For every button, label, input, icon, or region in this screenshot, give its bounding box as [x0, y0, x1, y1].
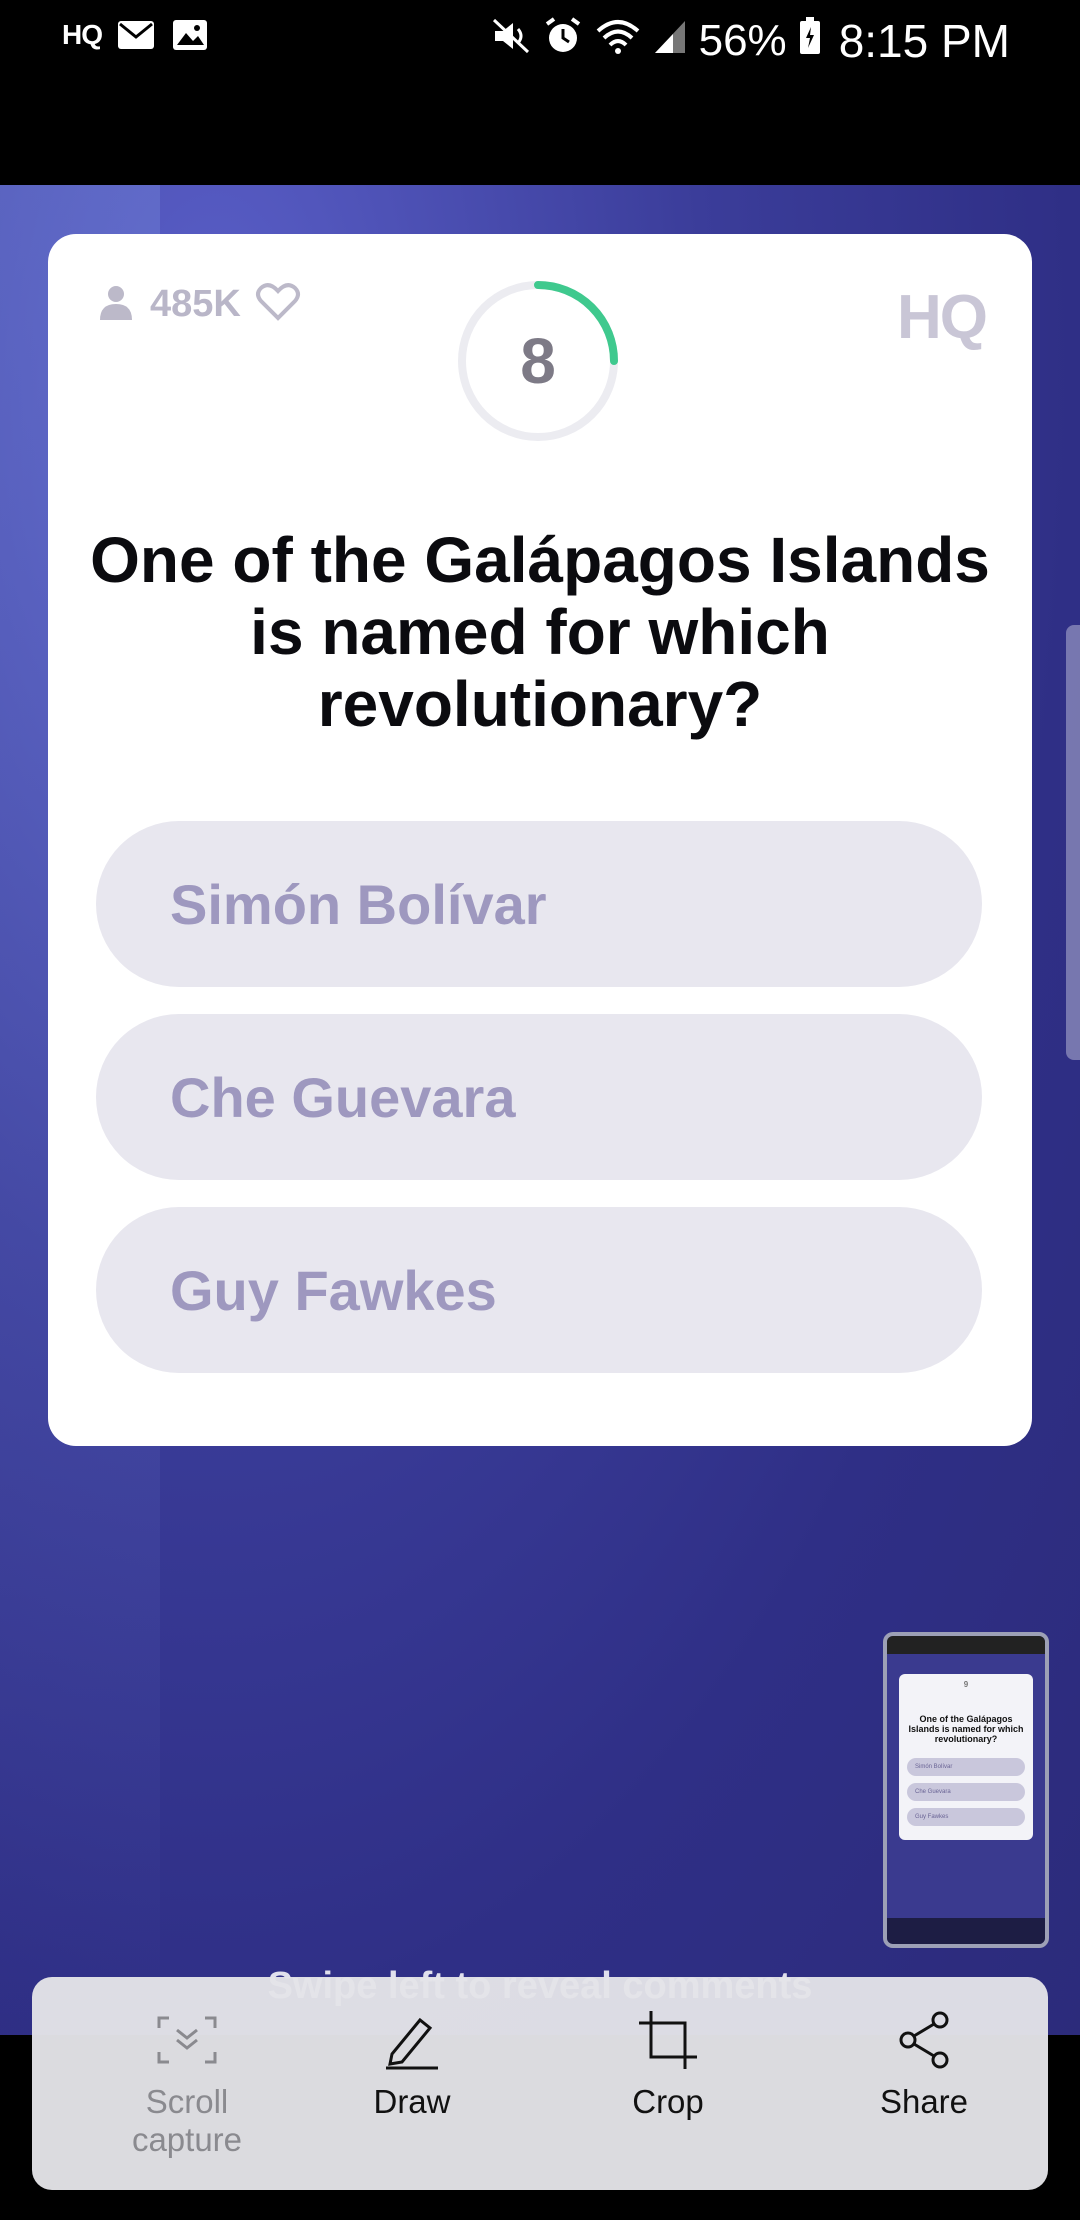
- screenshot-thumbnail[interactable]: 9 One of the Galápagos Islands is named …: [883, 1632, 1049, 1948]
- question-card: 485K 8 HQ One of the Galápagos Islands i…: [48, 234, 1032, 1446]
- countdown-timer: 8: [456, 279, 620, 443]
- mail-icon: [116, 18, 156, 52]
- clock-time: 8:15 PM: [838, 15, 1010, 67]
- crop-label: Crop: [632, 2083, 704, 2120]
- draw-button[interactable]: Draw: [312, 2007, 512, 2121]
- signal-icon: [653, 16, 687, 66]
- battery-icon: [799, 16, 821, 66]
- thumbnail-timer: 9: [963, 1680, 969, 1689]
- thumbnail-answer: Guy Fawkes: [907, 1808, 1025, 1826]
- crop-button[interactable]: Crop: [568, 2007, 768, 2121]
- battery-percent: 56%: [698, 16, 787, 65]
- hq-notification-icon: HQ: [62, 19, 103, 50]
- scroll-capture-label: Scroll capture: [131, 2083, 243, 2158]
- pencil-icon: [312, 2007, 512, 2073]
- alarm-icon: [543, 16, 583, 67]
- draw-label: Draw: [373, 2083, 451, 2120]
- answer-label: Che Guevara: [170, 1065, 516, 1129]
- image-icon: [170, 18, 210, 52]
- screenshot-toolbar: Scroll capture Draw Crop Share: [32, 1977, 1048, 2190]
- answer-option-2[interactable]: Che Guevara: [96, 1014, 982, 1180]
- mute-icon: [491, 16, 531, 66]
- answer-option-1[interactable]: Simón Bolívar: [96, 821, 982, 987]
- scroll-capture-button[interactable]: Scroll capture: [87, 2007, 287, 2159]
- status-bar-notifications: HQ: [62, 18, 210, 52]
- wifi-icon: [595, 16, 641, 66]
- edge-panel-handle[interactable]: [1066, 625, 1080, 1060]
- hq-logo: HQ: [897, 283, 988, 352]
- answer-option-3[interactable]: Guy Fawkes: [96, 1207, 982, 1373]
- heart-icon[interactable]: [255, 282, 301, 326]
- person-icon: [96, 282, 136, 326]
- thumbnail-footer: [887, 1918, 1045, 1944]
- share-button[interactable]: Share: [824, 2007, 1024, 2121]
- status-bar: HQ 56% 8:15 PM: [0, 0, 1080, 185]
- status-bar-system: 56% 8:15 PM: [491, 14, 1010, 68]
- share-icon: [824, 2007, 1024, 2073]
- thumbnail-answer: Che Guevara: [907, 1783, 1025, 1801]
- thumbnail-card: 9 One of the Galápagos Islands is named …: [899, 1674, 1033, 1840]
- timer-number: 8: [520, 325, 556, 397]
- question-text: One of the Galápagos Islands is named fo…: [90, 524, 990, 740]
- viewer-count-text: 485K: [150, 282, 241, 325]
- thumbnail-status-bar: [887, 1636, 1045, 1654]
- thumbnail-question: One of the Galápagos Islands is named fo…: [908, 1714, 1024, 1744]
- answer-label: Guy Fawkes: [170, 1258, 497, 1322]
- scroll-capture-icon: [87, 2007, 287, 2073]
- answer-label: Simón Bolívar: [170, 872, 547, 936]
- viewer-count: 485K: [96, 282, 301, 326]
- share-label: Share: [879, 2083, 969, 2120]
- thumbnail-answer: Simón Bolívar: [907, 1758, 1025, 1776]
- crop-icon: [568, 2007, 768, 2073]
